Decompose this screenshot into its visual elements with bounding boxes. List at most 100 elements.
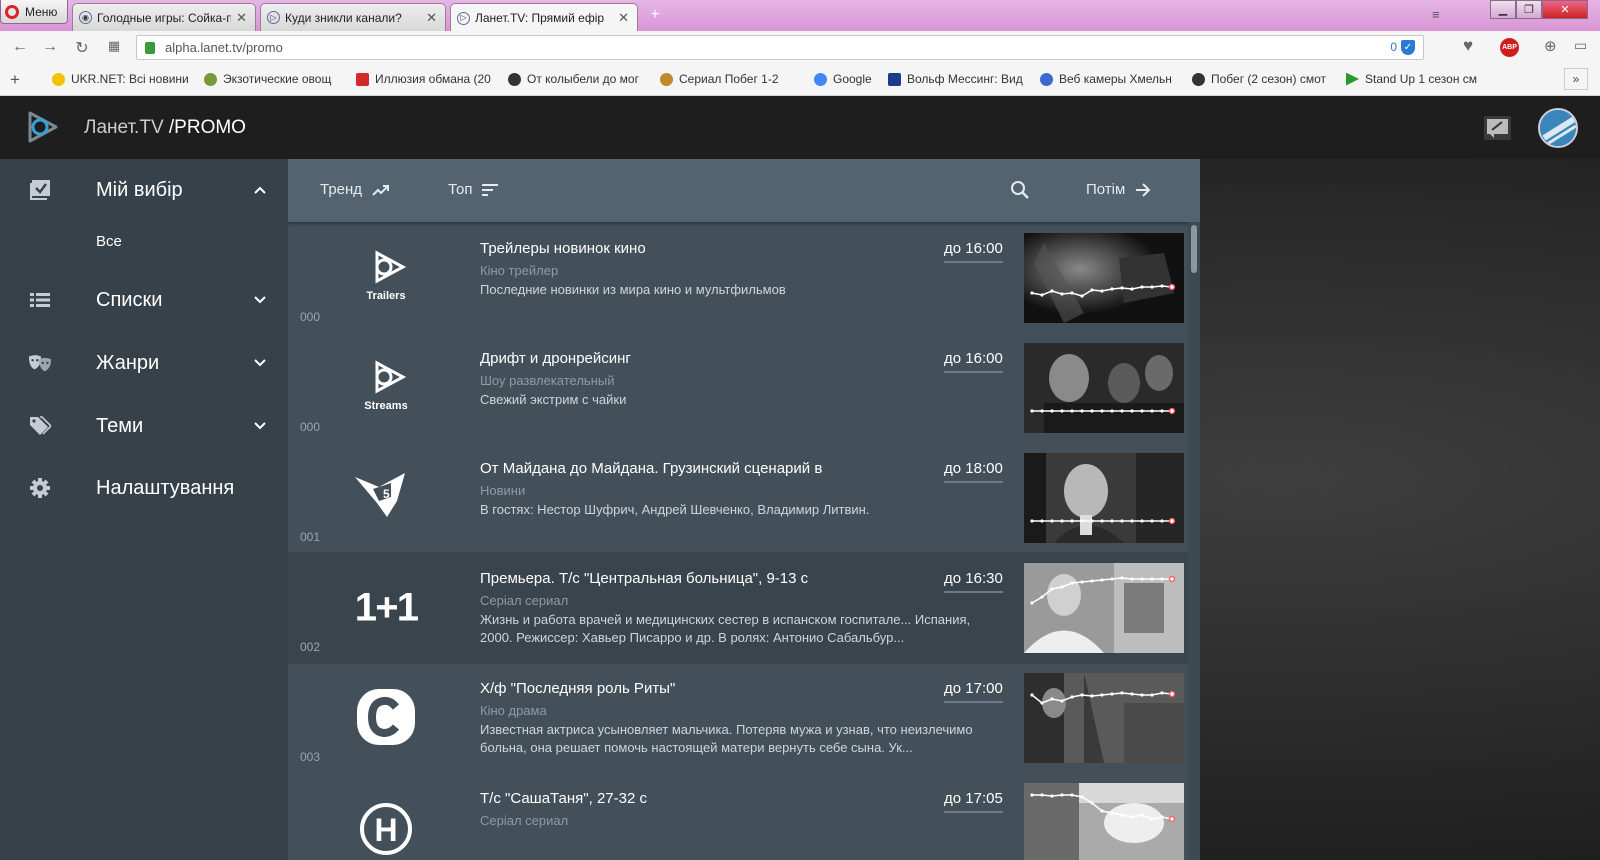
browser-tab[interactable]: ▷ Куди зникли канали? ✕ [260,3,446,31]
program-row[interactable]: 5 001 От Майдана до Майдана. Грузинский … [288,442,1188,554]
program-thumbnail[interactable] [1024,453,1184,543]
chevron-up-icon[interactable] [252,182,268,198]
url-field[interactable]: alpha.lanet.tv/promo 0 ✓ [136,35,1424,60]
bookmark-item[interactable]: Stand Up 1 сезон см [1346,72,1480,86]
reload-icon[interactable]: ↻ [72,38,92,58]
sparkline-point [1160,409,1164,413]
program-description: Жизнь и работа врачей и медицинских сест… [480,612,971,645]
program-title: Т/с "СашаТаня", 27-32 с [480,790,647,807]
bookmark-favicon-icon [204,72,217,86]
program-row-highlighted[interactable]: 1+1 002 Премьера. Т/с "Центральная больн… [288,552,1188,664]
sparkline-point [1100,409,1104,413]
sidebar-subitem-all[interactable]: Все [96,233,122,250]
sparkline-point [1140,693,1144,697]
sparkline-point [1040,701,1044,705]
program-thumbnail[interactable] [1024,563,1184,653]
list-icon [28,288,52,312]
program-genre: Кіно трейлер [480,263,559,278]
bookmark-item[interactable]: Веб камеры Хмельн [1040,72,1176,86]
program-row[interactable]: Streams 000 Дрифт и дронрейсинг Шоу разв… [288,332,1188,444]
channel-number: 000 [300,420,321,434]
sparkline-point [1168,407,1176,415]
close-window-button[interactable]: ✕ [1542,0,1588,19]
bookmark-item[interactable]: UKR.NET: Всі новини [52,72,188,86]
sparkline-point [1150,519,1154,523]
bookmark-label: Сериал Побег 1-2 [679,72,779,86]
sidebar-item-settings[interactable]: Налаштування [0,468,288,508]
chevron-down-icon[interactable] [252,355,268,371]
sidebar-item-genres[interactable]: Жанри [0,343,288,383]
close-tab-icon[interactable]: ✕ [236,10,247,26]
forward-icon[interactable]: → [40,38,60,56]
close-tab-icon[interactable]: ✕ [618,10,629,26]
app-header: Ланет.TV /PROMO [0,96,1600,159]
top-tab[interactable]: Топ [448,181,499,198]
user-avatar[interactable] [1538,108,1578,148]
program-row[interactable]: Н 004 Т/с "СашаТаня", 27-32 с Серіал сер… [288,772,1188,860]
program-thumbnail[interactable] [1024,783,1184,860]
program-thumbnail[interactable] [1024,343,1184,433]
sparkline-point [1080,294,1084,298]
new-tab-button[interactable]: + [646,7,664,24]
trend-tab[interactable]: Тренд [320,181,390,198]
browser-tab[interactable]: ◉ Голодные игры: Сойка-пе ✕ [72,3,256,31]
tab-menu-icon[interactable]: ≡ [1432,7,1440,22]
bookmark-item[interactable]: Вольф Мессинг: Вид [888,72,1028,86]
adblock-plus-icon[interactable]: ABP [1500,38,1519,57]
next-tab[interactable]: Потім [1086,181,1151,198]
bookmark-item[interactable]: Сериал Побег 1-2 [660,72,792,86]
lanet-logo-icon[interactable] [24,109,60,145]
more-bookmarks-icon[interactable]: » [1564,68,1588,90]
search-icon[interactable] [1010,180,1030,200]
bookmark-favicon-icon [1192,72,1205,86]
sparkline-point [1050,587,1054,591]
sparkline-point [1150,693,1154,697]
sparkline-point [1050,409,1054,413]
minimize-button[interactable]: ▁ [1490,0,1516,19]
program-thumbnail[interactable] [1024,233,1184,323]
sparkline-point [1030,291,1034,295]
add-bookmark-icon[interactable]: + [10,70,20,90]
battery-icon[interactable]: ▭ [1574,37,1587,54]
program-title: Трейлеры новинок кино [480,240,646,257]
bookmark-item[interactable]: От колыбели до мог [508,72,644,86]
program-end-time: до 17:00 [944,680,1003,703]
browser-tab-active[interactable]: ▷ Ланет.TV: Прямий ефір ✕ [450,3,638,32]
sidebar-item-themes[interactable]: Теми [0,406,288,446]
download-icon[interactable]: ⊕ [1544,37,1557,55]
sidebar-item-label: Жанри [96,351,160,374]
restore-button[interactable]: ❐ [1516,0,1542,19]
channel-logo-novyi-kanal: Н [336,792,436,860]
sidebar-item-my-choice[interactable]: Мій вибір [0,170,288,210]
close-tab-icon[interactable]: ✕ [426,10,437,26]
program-row[interactable]: Trailers 000 Трейлеры новинок кино Кіно … [288,222,1188,334]
program-thumbnail[interactable] [1024,673,1184,763]
program-genre: Новини [480,483,526,498]
feedback-icon[interactable] [1484,116,1511,140]
sparkline-point [1030,601,1034,605]
bookmark-heart-icon[interactable]: ♥ [1463,36,1473,56]
sparkline-point [1110,287,1114,291]
shield-icon[interactable]: ✓ [1401,40,1415,55]
bookmark-item[interactable]: Иллюзия обмана (20 [356,72,492,86]
chevron-down-icon[interactable] [252,292,268,308]
sparkline-point [1040,293,1044,297]
sparkline-point [1120,691,1124,695]
back-icon[interactable]: ← [10,38,30,56]
opera-menu-button[interactable]: Меню [0,0,68,24]
program-row[interactable]: 003 Х/ф "Последняя роль Риты" Кіно драма… [288,662,1188,774]
channel-logo-streams: Streams [336,352,436,422]
scrollbar-thumb[interactable] [1191,225,1197,273]
sparkline-point [1060,292,1064,296]
bookmark-label: Вольф Мессинг: Вид [907,72,1023,86]
sparkline-point [1168,517,1176,525]
bookmark-item[interactable]: Экзотические овощ [204,72,340,86]
chevron-down-icon[interactable] [252,418,268,434]
sidebar-item-lists[interactable]: Списки [0,280,288,320]
sparkline-point [1168,690,1176,698]
sparkline-point [1110,692,1114,696]
speed-dial-grid-icon[interactable]: ▦ [104,38,124,54]
scrollbar-track[interactable] [1188,222,1200,860]
bookmark-item[interactable]: Google [814,72,884,86]
bookmark-item[interactable]: Побег (2 сезон) смот [1192,72,1328,86]
